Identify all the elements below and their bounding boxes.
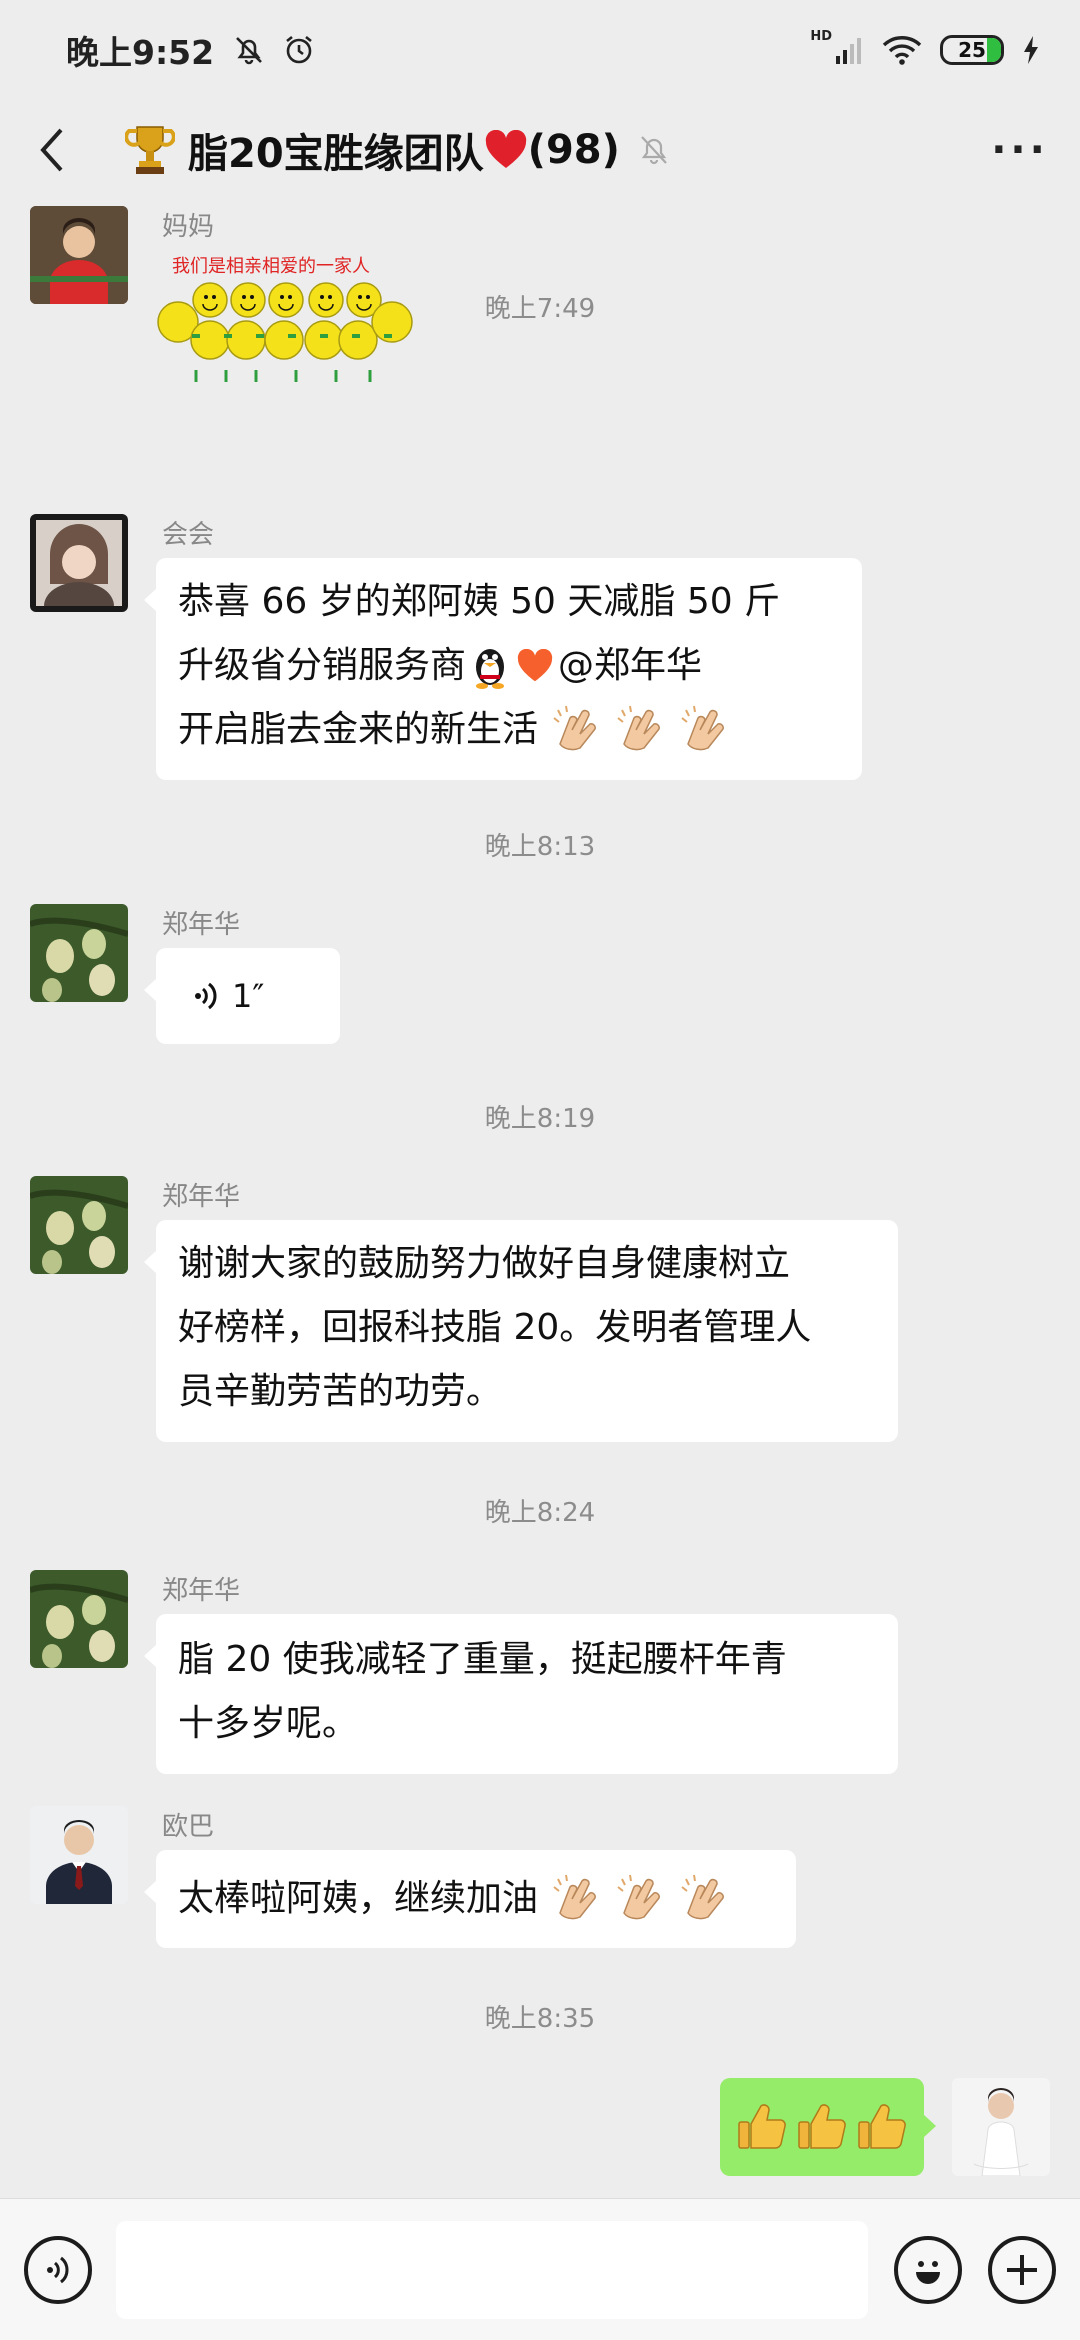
thumbs-up-icon (798, 2104, 846, 2149)
sender-name: 欧巴 (162, 1812, 215, 1842)
voice-wave-icon (195, 982, 217, 1010)
status-time: 晚上9:52 (66, 33, 215, 72)
more-options-button[interactable]: ··· (990, 127, 1050, 173)
clap-icon (678, 1873, 730, 1925)
chat-header: 脂20宝胜缘团队 (98) ··· (0, 100, 1080, 200)
clap-icon (614, 1873, 666, 1925)
message-line: 好榜样，回报科技脂 20。发明者管理人 (178, 1307, 812, 1348)
avatar[interactable] (30, 1176, 128, 1274)
avatar[interactable] (30, 1806, 128, 1904)
sender-name: 郑年华 (162, 1576, 241, 1606)
message-item: 郑年华 谢谢大家的鼓励努力做好自身健康树立 好榜样，回报科技脂 20。发明者管理… (30, 1176, 1050, 1446)
message-line: 太棒啦阿姨，继续加油 (178, 1878, 539, 1919)
message-item: 欧巴 太棒啦阿姨，继续加油 (30, 1806, 1050, 1956)
more-actions-button[interactable] (988, 2235, 1056, 2304)
mention[interactable]: @郑年华 (558, 634, 702, 698)
timestamp: 晚上8:35 (484, 2004, 596, 2034)
chevron-left-icon (40, 128, 63, 172)
clap-icon (678, 704, 730, 756)
group-title[interactable]: 脂20宝胜缘团队 (98) (188, 121, 620, 179)
back-button[interactable] (30, 120, 74, 180)
alarm-clock-icon (286, 35, 312, 64)
message-item: 会会 恭喜 66 岁的郑阿姨 50 天减脂 50 斤 升级省分销服务商 @郑年华 (30, 514, 1050, 784)
message-bubble[interactable]: 恭喜 66 岁的郑阿姨 50 天减脂 50 斤 升级省分销服务商 @郑年华 开启… (144, 558, 862, 780)
smiley-icon (916, 2260, 940, 2284)
clap-icon (614, 704, 666, 756)
hd-label: HD (810, 28, 832, 44)
heart-icon (485, 130, 526, 168)
my-message-bubble[interactable] (720, 2078, 936, 2176)
message-line: 恭喜 66 岁的郑阿姨 50 天减脂 50 斤 (178, 581, 781, 622)
trophy-icon (124, 122, 176, 178)
muted-bell-icon (641, 136, 667, 165)
qq-penguin-icon (476, 649, 505, 689)
avatar[interactable] (30, 514, 128, 612)
timestamp: 晚上8:19 (484, 1104, 596, 1134)
message-bubble[interactable]: 谢谢大家的鼓励努力做好自身健康树立 好榜样，回报科技脂 20。发明者管理人 员辛… (144, 1220, 898, 1442)
message-input[interactable] (116, 2220, 868, 2319)
message-line: 升级省分销服务商 (178, 645, 467, 686)
avatar[interactable] (30, 1570, 128, 1668)
member-count: (98) (527, 127, 620, 173)
plus-icon (1007, 2254, 1037, 2285)
charging-icon (1024, 36, 1038, 64)
voice-icon (47, 2256, 69, 2283)
bell-muted-icon (236, 37, 263, 65)
sticker-caption: 我们是相亲相爱的一家人 (172, 256, 370, 277)
emoji-button[interactable] (894, 2235, 962, 2304)
message-line-2: 升级省分销服务商 @郑年华 (178, 634, 840, 698)
battery-indicator: 25 (940, 35, 1004, 65)
input-bar (0, 2198, 1080, 2340)
timestamp: 晚上8:24 (484, 1498, 596, 1528)
sender-name: 郑年华 (162, 910, 241, 940)
sender-name: 妈妈 (162, 212, 215, 242)
clap-icon (550, 704, 602, 756)
status-bar: 晚上9:52 HD 25 (0, 0, 1080, 100)
voice-duration: 1″ (232, 977, 265, 1015)
message-list[interactable]: 妈妈 我们是相亲相爱的一家人 晚上7:49 会会 恭喜 66 岁的郑阿姨 50 … (0, 200, 1080, 2198)
my-avatar[interactable] (952, 2078, 1050, 2176)
group-name: 脂20宝胜缘团队 (188, 131, 484, 177)
status-right: HD 25 (810, 29, 1040, 66)
message-line: 脂 20 使我减轻了重量，挺起腰杆年青 (178, 1639, 787, 1680)
sender-name: 会会 (162, 520, 215, 550)
message-line-3: 开启脂去金来的新生活 (178, 698, 840, 762)
signal-icon (836, 38, 861, 64)
sender-name: 郑年华 (162, 1182, 241, 1212)
voice-message[interactable]: 1″ (144, 948, 340, 1044)
battery-level: 25 (958, 38, 986, 62)
message-line: 十多岁呢。 (178, 1703, 359, 1744)
thumbs-up-icon (738, 2104, 786, 2149)
message-line: 谢谢大家的鼓励努力做好自身健康树立 (178, 1243, 791, 1284)
message-item: 郑年华 1″ (30, 904, 1050, 1064)
orange-heart-icon (517, 649, 553, 682)
message-item: 郑年华 脂 20 使我减轻了重量，挺起腰杆年青 十多岁呢。 (30, 1570, 1050, 1780)
avatar[interactable] (30, 904, 128, 1002)
voice-input-button[interactable] (24, 2235, 92, 2304)
message-bubble[interactable]: 脂 20 使我减轻了重量，挺起腰杆年青 十多岁呢。 (144, 1614, 898, 1774)
message-line: 员辛勤劳苦的功劳。 (178, 1371, 503, 1412)
message-bubble[interactable]: 太棒啦阿姨，继续加油 (144, 1850, 796, 1948)
timestamp: 晚上7:49 (484, 294, 596, 324)
thumbs-up-icon (858, 2104, 906, 2149)
timestamp: 晚上8:13 (484, 832, 596, 862)
message-line: 开启脂去金来的新生活 (178, 709, 539, 750)
wifi-icon (882, 36, 922, 65)
status-left-icons (232, 33, 316, 67)
clap-icon (550, 1873, 602, 1925)
